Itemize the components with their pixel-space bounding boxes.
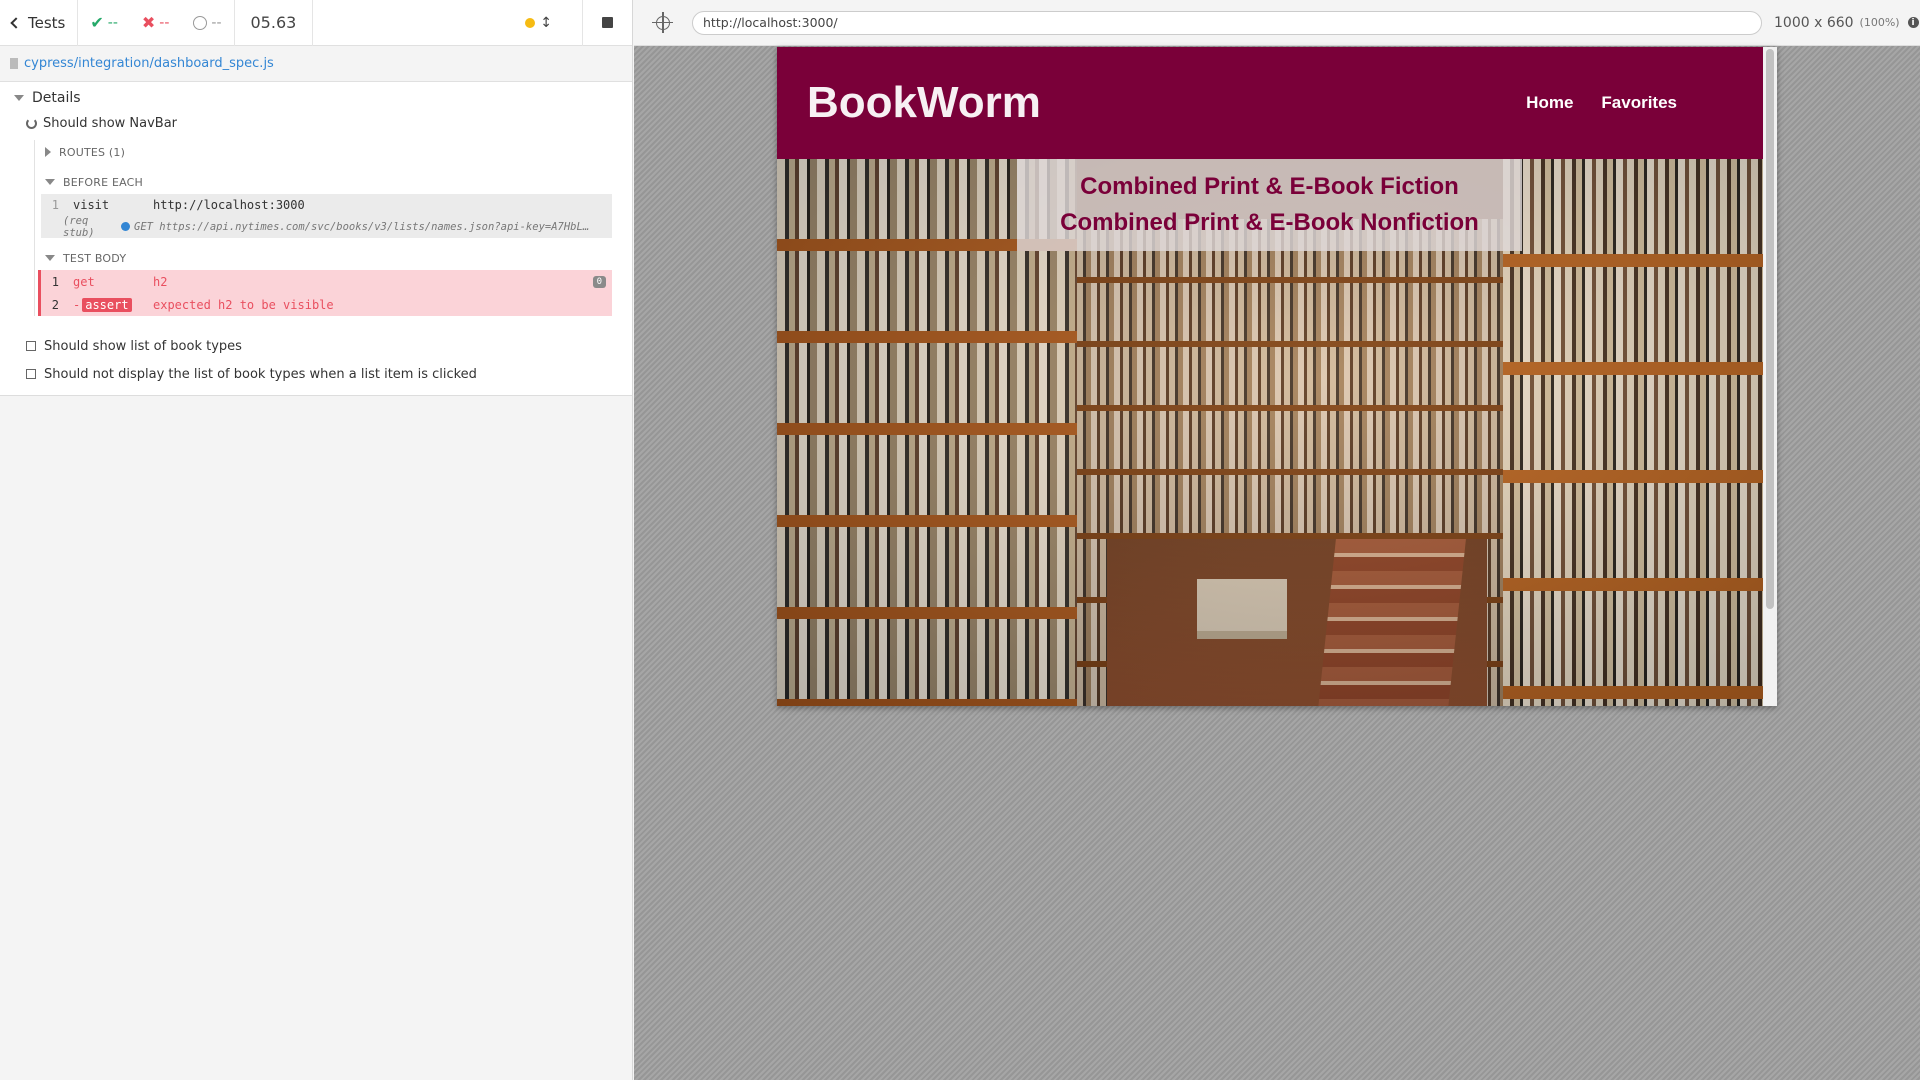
failed-count: -- [159,14,170,31]
stop-icon [602,17,613,28]
scrollbar-thumb[interactable] [1766,49,1774,609]
book-list-item[interactable]: Combined Print & E-Book Fiction [1080,169,1459,205]
tests-back-button[interactable]: Tests [0,0,79,46]
book-list-item[interactable]: Combined Print & E-Book Nonfiction [1060,205,1479,241]
test-title: Should show NavBar [43,115,178,131]
suite-details[interactable]: Details [0,82,632,110]
test-title: Should not display the list of book type… [44,366,477,382]
pending-count: -- [211,14,222,31]
command-message: http://localhost:3000 [153,198,305,212]
reporter-header: Tests ✔ -- ✖ -- -- 05.63 ↕ [0,0,632,46]
before-each-commands: 1 visit http://localhost:3000 (req stub)… [41,194,612,239]
running-indicator-icon [525,17,536,28]
file-icon [10,58,18,69]
running-spinner-icon [26,117,37,129]
passed-count: -- [107,14,118,31]
check-icon: ✔ [90,13,104,32]
expand-triangle-icon [45,147,51,157]
auto-scroll-toggle-icon[interactable]: ↕ [540,15,552,31]
command-name-wrap: - assert [73,298,153,312]
suite-title: Details [32,90,81,106]
spec-file-link[interactable]: cypress/integration/dashboard_spec.js [24,56,274,71]
viewport-scale: (100%) [1859,16,1900,29]
nav-link-favorites[interactable]: Favorites [1601,93,1677,113]
info-icon[interactable]: i [1907,17,1919,28]
aut-panel: http://localhost:3000/ 1000 x 660 (100%)… [634,0,1920,1080]
test-title: Should show list of book types [44,338,242,354]
command-number: 1 [51,275,59,289]
command-name: get [73,275,95,289]
test-hooks: ROUTES (1) BEFORE EACH 1 visit http://lo… [34,140,632,316]
nav-link-home[interactable]: Home [1526,93,1573,113]
command-number: 1 [51,198,59,212]
stop-button[interactable] [582,0,632,46]
command-number: 2 [51,298,59,312]
failed-stat: ✖ -- [142,13,170,32]
test-body-label: TEST BODY [63,251,127,265]
book-lists-panel: Combined Print & E-Book Fiction Combined… [1017,159,1522,251]
command-name: visit [73,198,110,212]
command-row[interactable]: 2 - assert expected h2 to be visible [41,294,612,316]
pending-checkbox-icon [26,369,36,379]
collapse-triangle-icon [45,255,55,261]
cross-icon: ✖ [141,13,156,32]
command-row[interactable]: 1 get h2 0 [41,270,612,294]
assert-tag: assert [82,298,132,312]
viewport-info: 1000 x 660 (100%) i [1774,15,1919,31]
passed-stat: ✔ -- [90,13,118,32]
command-row[interactable]: (req stub) GET https://api.nytimes.com/s… [41,215,612,239]
test-book-types[interactable]: Should show list of book types [0,332,632,360]
viewport-size: 1000 x 660 [1774,14,1854,31]
spec-file-bar: cypress/integration/dashboard_spec.js [0,46,632,82]
test-body-toggle[interactable]: TEST BODY [41,246,612,270]
run-stats: ✔ -- ✖ -- -- [78,0,235,46]
routes-toggle[interactable]: ROUTES (1) [41,140,612,164]
runnables-list: Details Should show NavBar ROUTES (1) BE… [0,82,632,396]
test-navbar[interactable]: Should show NavBar [0,110,632,136]
aut-header: http://localhost:3000/ 1000 x 660 (100%)… [634,0,1920,46]
app-navbar: BookWorm Home Favorites [777,47,1777,159]
selector-playground-icon[interactable] [652,11,673,33]
command-row[interactable]: 1 visit http://localhost:3000 [41,194,612,216]
command-message-wrap: GET https://api.nytimes.com/svc/books/v3… [121,221,612,233]
run-duration: 05.63 [235,0,314,46]
header-controls: ↕ [525,0,632,46]
command-message: GET https://api.nytimes.com/svc/books/v3… [134,221,590,233]
app-nav-links: Home Favorites [1498,93,1677,113]
collapse-triangle-icon [45,179,55,185]
command-name: (req stub) [63,215,95,239]
test-hide-book-types[interactable]: Should not display the list of book type… [0,360,632,388]
request-dot-icon [121,222,130,231]
before-each-label: BEFORE EACH [63,175,144,189]
tests-back-label: Tests [28,13,66,32]
test-body-commands: 1 get h2 0 2 - assert expected h2 to be v… [38,270,612,316]
pending-stat: -- [193,14,222,31]
reporter-panel: Tests ✔ -- ✖ -- -- 05.63 ↕ cypress/integ… [0,0,633,1080]
element-count-badge: 0 [592,276,606,288]
circle-icon [193,15,208,30]
app-iframe: BookWorm Home Favorites Combined Print &… [777,47,1777,706]
collapse-triangle-icon [14,95,24,101]
routes-label: ROUTES (1) [59,145,126,159]
url-field[interactable]: http://localhost:3000/ [692,10,1762,35]
chevron-left-icon [10,16,22,29]
command-message: h2 [153,275,168,289]
app-scrollbar[interactable] [1763,47,1777,706]
bookstore-hero-image: Combined Print & E-Book Fiction Combined… [777,159,1763,706]
pending-checkbox-icon [26,341,36,351]
command-message: expected h2 to be visible [153,298,334,312]
before-each-toggle[interactable]: BEFORE EACH [41,170,612,194]
app-logo[interactable]: BookWorm [807,78,1041,128]
